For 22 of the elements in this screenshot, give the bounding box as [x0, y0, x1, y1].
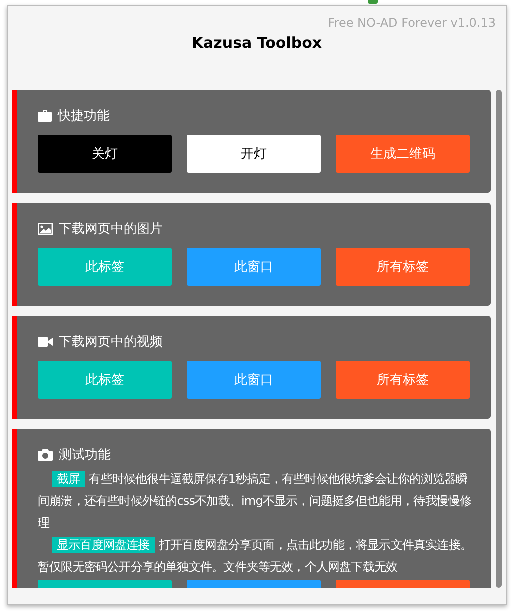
app-title: Kazusa Toolbox: [192, 34, 322, 52]
section-title: 下载网页中的视频: [59, 334, 163, 351]
image-icon: [38, 223, 53, 235]
video-camera-icon: [38, 337, 53, 347]
section-title: 快捷功能: [58, 108, 110, 125]
scrollbar-thumb[interactable]: [496, 90, 502, 588]
description-text: 显示百度网盘连接 打开百度网盘分享页面，点击此功能，将显示文件真实连接。暂仅限无密码公开分享的单独文件。文件夹等无效，个人网盘下载无效: [38, 536, 474, 576]
version-label: Free NO-AD Forever v1.0.13: [328, 16, 496, 30]
action-button[interactable]: 生成二维码: [336, 135, 470, 173]
section-title: 下载网页中的图片: [59, 221, 163, 238]
action-button[interactable]: 此标签: [38, 248, 172, 286]
action-button[interactable]: 此窗口: [187, 361, 321, 399]
section-title: 测试功能: [59, 447, 111, 464]
action-button[interactable]: 所有标签: [336, 361, 470, 399]
action-button[interactable]: 此标签: [38, 361, 172, 399]
action-button[interactable]: 此窗口: [187, 248, 321, 286]
briefcase-icon: [38, 110, 52, 122]
description-text: 截屏 有些时候他很牛逼截屏保存1秒搞定，有些时候他很坑爹会让你的浏览器瞬间崩溃，还有些时候外链的css不加载、img不显示，问题挺多但也能用，待我慢慢修理: [38, 470, 473, 532]
action-button[interactable]: 开灯: [187, 135, 321, 173]
action-button[interactable]: 所有标签: [336, 248, 470, 286]
camera-icon: [38, 449, 53, 461]
action-button[interactable]: 关灯: [38, 135, 172, 173]
